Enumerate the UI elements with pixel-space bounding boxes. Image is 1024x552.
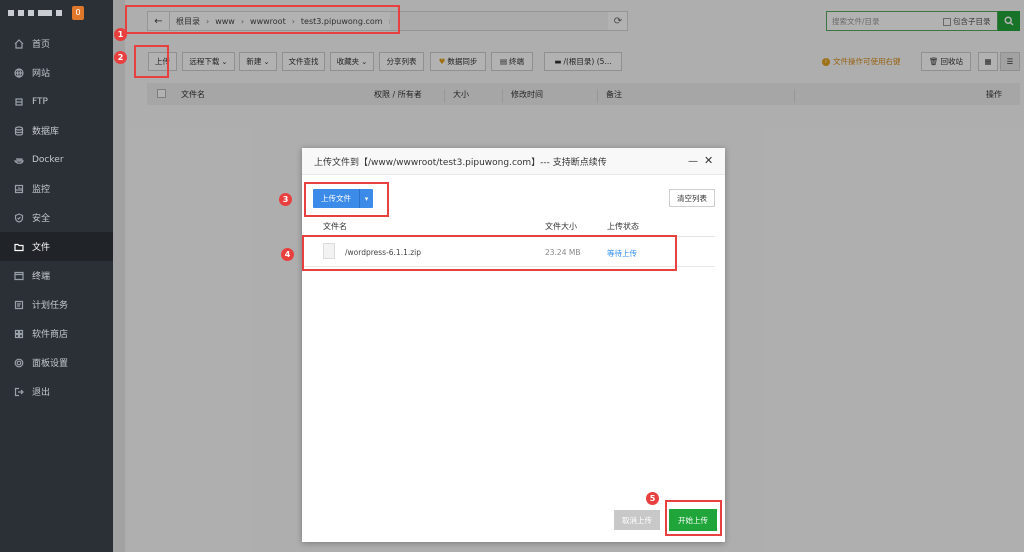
sidebar: 0 首页 网站 FTP 数据库 Docker 监控 安全 文件 终端 计划任务	[0, 0, 113, 552]
annotation-number-4: 4	[281, 248, 294, 261]
sidebar-item-security[interactable]: 安全	[0, 203, 113, 232]
sidebar-item-ftp[interactable]: FTP	[0, 87, 113, 116]
sidebar-item-label: 首页	[32, 40, 51, 50]
logo-block	[28, 9, 34, 16]
sidebar-item-label: FTP	[32, 96, 48, 107]
shield-icon	[14, 212, 24, 223]
annotation-number-1: 1	[114, 28, 127, 41]
sidebar-item-logout[interactable]: 退出	[0, 377, 113, 406]
globe-icon	[14, 67, 24, 78]
dialog-col-status: 上传状态	[607, 222, 639, 231]
docker-icon	[14, 155, 24, 165]
minimize-icon[interactable]: —	[688, 156, 698, 167]
annotation-box-3	[304, 182, 389, 217]
cancel-upload-button[interactable]: 取消上传	[614, 510, 660, 530]
sidebar-item-website[interactable]: 网站	[0, 58, 113, 87]
logo-block	[56, 9, 62, 16]
terminal-icon	[14, 271, 24, 281]
sidebar-item-store[interactable]: 软件商店	[0, 319, 113, 348]
annotation-number-3: 3	[279, 193, 292, 206]
sidebar-item-label: 计划任务	[32, 301, 69, 311]
sidebar-item-database[interactable]: 数据库	[0, 116, 113, 145]
sidebar-item-label: 监控	[32, 185, 51, 195]
sidebar-item-label: 数据库	[32, 127, 60, 137]
annotation-box-1	[125, 5, 400, 34]
logo-block	[18, 9, 24, 16]
annotation-number-5: 5	[646, 492, 659, 505]
sidebar-header: 0	[0, 0, 113, 25]
monitor-icon	[14, 184, 24, 194]
dialog-col-filename: 文件名	[323, 222, 347, 231]
sidebar-item-home[interactable]: 首页	[0, 29, 113, 58]
close-icon[interactable]: ✕	[704, 154, 713, 167]
annotation-box-4	[302, 235, 677, 271]
logo-block	[8, 9, 14, 16]
dialog-col-size: 文件大小	[545, 222, 577, 231]
sidebar-item-cron[interactable]: 计划任务	[0, 290, 113, 319]
sidebar-item-label: 软件商店	[32, 330, 69, 340]
sidebar-item-label: 面板设置	[32, 359, 69, 369]
annotation-box-2	[134, 45, 169, 78]
gear-icon	[14, 358, 24, 368]
database-icon	[14, 125, 24, 136]
home-icon	[14, 38, 24, 49]
notification-badge[interactable]: 0	[72, 5, 84, 20]
sidebar-item-label: 退出	[32, 388, 51, 398]
clock-icon	[14, 300, 24, 310]
dialog-header: 上传文件到【/www/wwwroot/test3.pipuwong.com】--…	[302, 148, 725, 175]
ftp-icon	[14, 97, 24, 107]
sidebar-item-label: 文件	[32, 243, 51, 253]
sidebar-item-label: 安全	[32, 214, 51, 224]
sidebar-item-label: 终端	[32, 272, 51, 282]
sidebar-item-files[interactable]: 文件	[0, 232, 113, 261]
grid-icon	[14, 329, 24, 339]
logo-block	[38, 9, 52, 16]
annotation-box-5	[665, 500, 722, 536]
sidebar-item-settings[interactable]: 面板设置	[0, 348, 113, 377]
sidebar-item-terminal[interactable]: 终端	[0, 261, 113, 290]
sidebar-item-label: 网站	[32, 69, 51, 79]
clear-list-button[interactable]: 清空列表	[669, 189, 715, 207]
annotation-number-2: 2	[114, 51, 127, 64]
sidebar-item-docker[interactable]: Docker	[0, 145, 113, 174]
folder-icon	[14, 242, 24, 252]
sidebar-item-monitor[interactable]: 监控	[0, 174, 113, 203]
dialog-title: 上传文件到【/www/wwwroot/test3.pipuwong.com】--…	[314, 157, 607, 168]
logout-icon	[14, 387, 24, 397]
sidebar-item-label: Docker	[32, 154, 64, 165]
